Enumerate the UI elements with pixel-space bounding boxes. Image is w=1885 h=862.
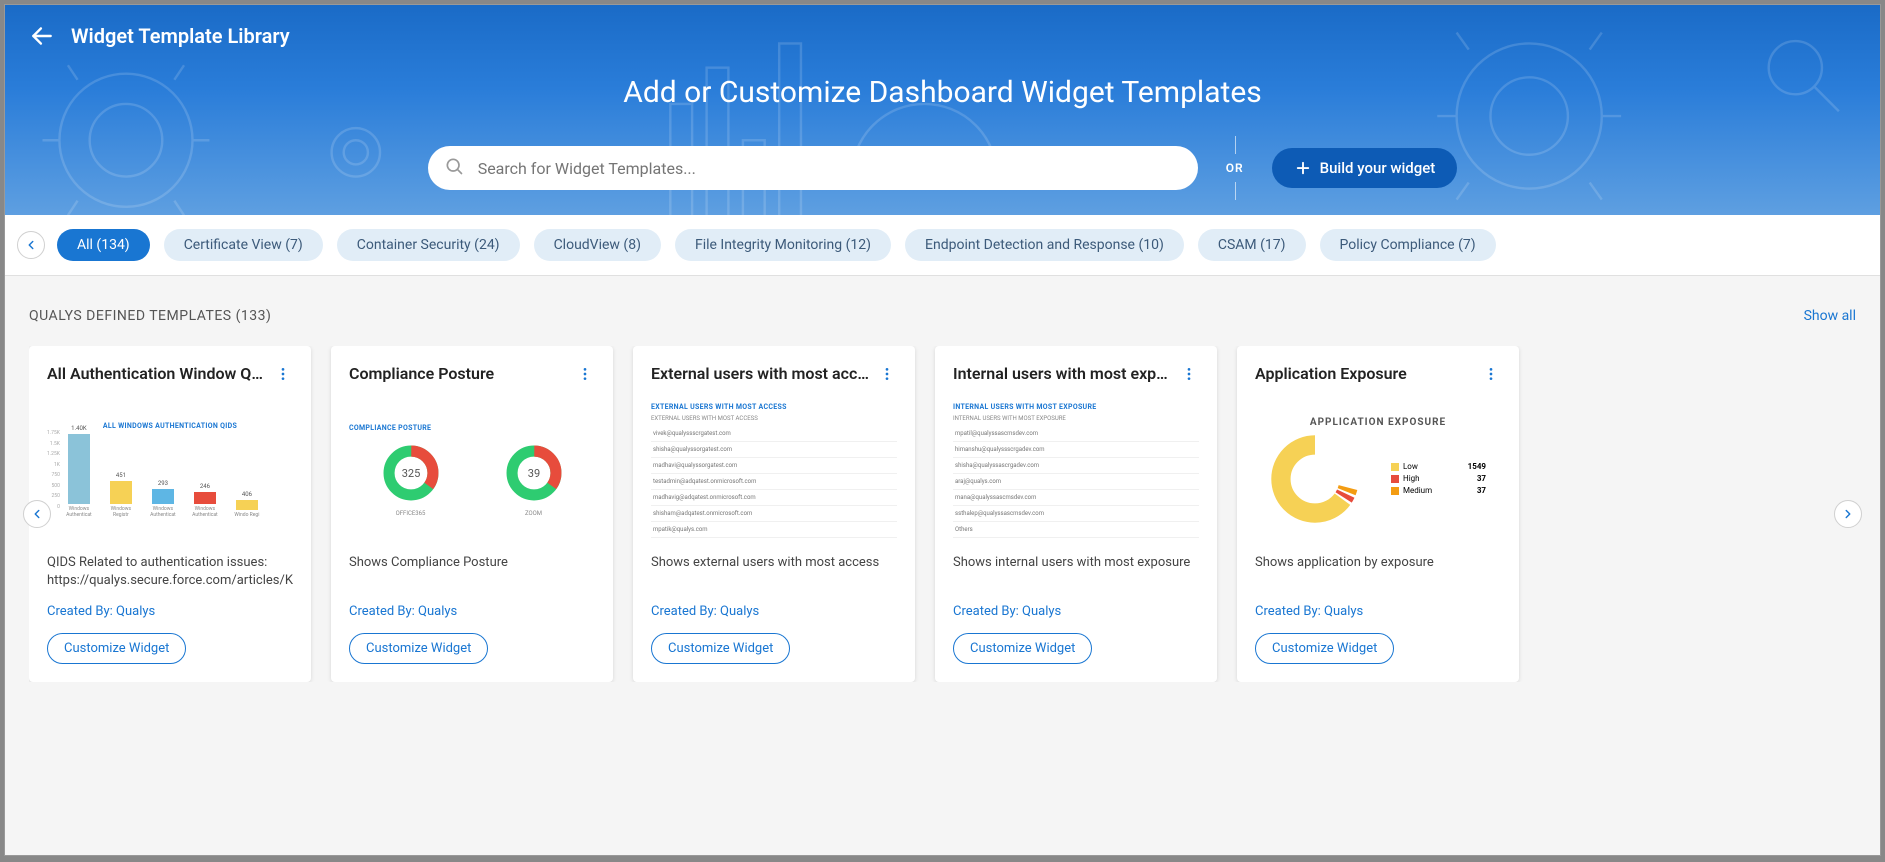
plus-icon xyxy=(1294,159,1312,177)
card-description: Shows application by exposure xyxy=(1255,554,1501,590)
card-menu-button[interactable] xyxy=(1179,364,1199,388)
chevron-left-icon xyxy=(30,507,44,521)
chevron-left-icon xyxy=(24,238,38,252)
card-description: QIDS Related to authentication issues: h… xyxy=(47,554,293,590)
card-menu-button[interactable] xyxy=(877,364,897,388)
filter-pill[interactable]: Container Security (24) xyxy=(337,229,520,261)
customize-widget-button[interactable]: Customize Widget xyxy=(47,633,186,664)
card-creator: Created By: Qualys xyxy=(953,604,1199,619)
page-title: Add or Customize Dashboard Widget Templa… xyxy=(5,75,1880,110)
card-menu-button[interactable] xyxy=(1481,364,1501,388)
card-creator: Created By: Qualys xyxy=(651,604,897,619)
card-description: Shows internal users with most exposure xyxy=(953,554,1199,590)
card-creator: Created By: Qualys xyxy=(47,604,293,619)
filters-scroll-left[interactable] xyxy=(17,231,45,259)
card-preview: ALL WINDOWS AUTHENTICATION QIDS 1.75K1.5… xyxy=(47,400,293,540)
template-card: External users with most acc… EXTERNAL U… xyxy=(633,346,915,682)
card-preview: COMPLIANCE POSTURE 325 OFFICE365 39 ZOOM xyxy=(349,400,595,540)
svg-text:325: 325 xyxy=(401,467,420,480)
section-title: QUALYS DEFINED TEMPLATES (133) xyxy=(29,308,271,324)
filter-pill[interactable]: Policy Compliance (7) xyxy=(1320,229,1496,261)
template-card: Internal users with most expo… INTERNAL … xyxy=(935,346,1217,682)
filter-pill[interactable]: All (134) xyxy=(57,229,150,261)
card-menu-button[interactable] xyxy=(273,364,293,388)
card-creator: Created By: Qualys xyxy=(349,604,595,619)
arrow-left-icon xyxy=(29,23,55,49)
filter-pill[interactable]: Endpoint Detection and Response (10) xyxy=(905,229,1184,261)
card-title: All Authentication Window QI… xyxy=(47,364,267,383)
filter-pill[interactable]: CloudView (8) xyxy=(534,229,661,261)
template-card: All Authentication Window QI… ALL WINDOW… xyxy=(29,346,311,682)
customize-widget-button[interactable]: Customize Widget xyxy=(349,633,488,664)
card-menu-button[interactable] xyxy=(575,364,595,388)
card-title: Compliance Posture xyxy=(349,364,494,383)
card-preview: INTERNAL USERS WITH MOST EXPOSUREINTERNA… xyxy=(953,400,1199,540)
customize-widget-button[interactable]: Customize Widget xyxy=(953,633,1092,664)
card-preview: APPLICATION EXPOSURE Low1549High37Medium… xyxy=(1255,400,1501,540)
build-widget-button[interactable]: Build your widget xyxy=(1272,148,1458,188)
template-card: Application Exposure APPLICATION EXPOSUR… xyxy=(1237,346,1519,682)
search-input[interactable] xyxy=(428,146,1198,190)
card-title: Application Exposure xyxy=(1255,364,1407,383)
svg-text:39: 39 xyxy=(527,467,539,480)
filter-pill[interactable]: File Integrity Monitoring (12) xyxy=(675,229,891,261)
header-label: Widget Template Library xyxy=(71,24,290,48)
show-all-link[interactable]: Show all xyxy=(1804,308,1856,324)
cards-scroll-left[interactable] xyxy=(23,500,51,528)
card-description: Shows Compliance Posture xyxy=(349,554,595,590)
build-widget-label: Build your widget xyxy=(1320,159,1436,177)
customize-widget-button[interactable]: Customize Widget xyxy=(1255,633,1394,664)
search-icon xyxy=(444,156,464,180)
card-preview: EXTERNAL USERS WITH MOST ACCESSEXTERNAL … xyxy=(651,400,897,540)
card-creator: Created By: Qualys xyxy=(1255,604,1501,619)
cards-scroll-right[interactable] xyxy=(1834,500,1862,528)
filter-pill[interactable]: CSAM (17) xyxy=(1198,229,1306,261)
or-separator: OR xyxy=(1226,161,1244,175)
card-title: External users with most acc… xyxy=(651,364,869,383)
customize-widget-button[interactable]: Customize Widget xyxy=(651,633,790,664)
template-card: Compliance Posture COMPLIANCE POSTURE 32… xyxy=(331,346,613,682)
card-description: Shows external users with most access xyxy=(651,554,897,590)
card-title: Internal users with most expo… xyxy=(953,364,1173,383)
back-button[interactable] xyxy=(29,23,55,49)
chevron-right-icon xyxy=(1841,507,1855,521)
filter-pill[interactable]: Certificate View (7) xyxy=(164,229,323,261)
